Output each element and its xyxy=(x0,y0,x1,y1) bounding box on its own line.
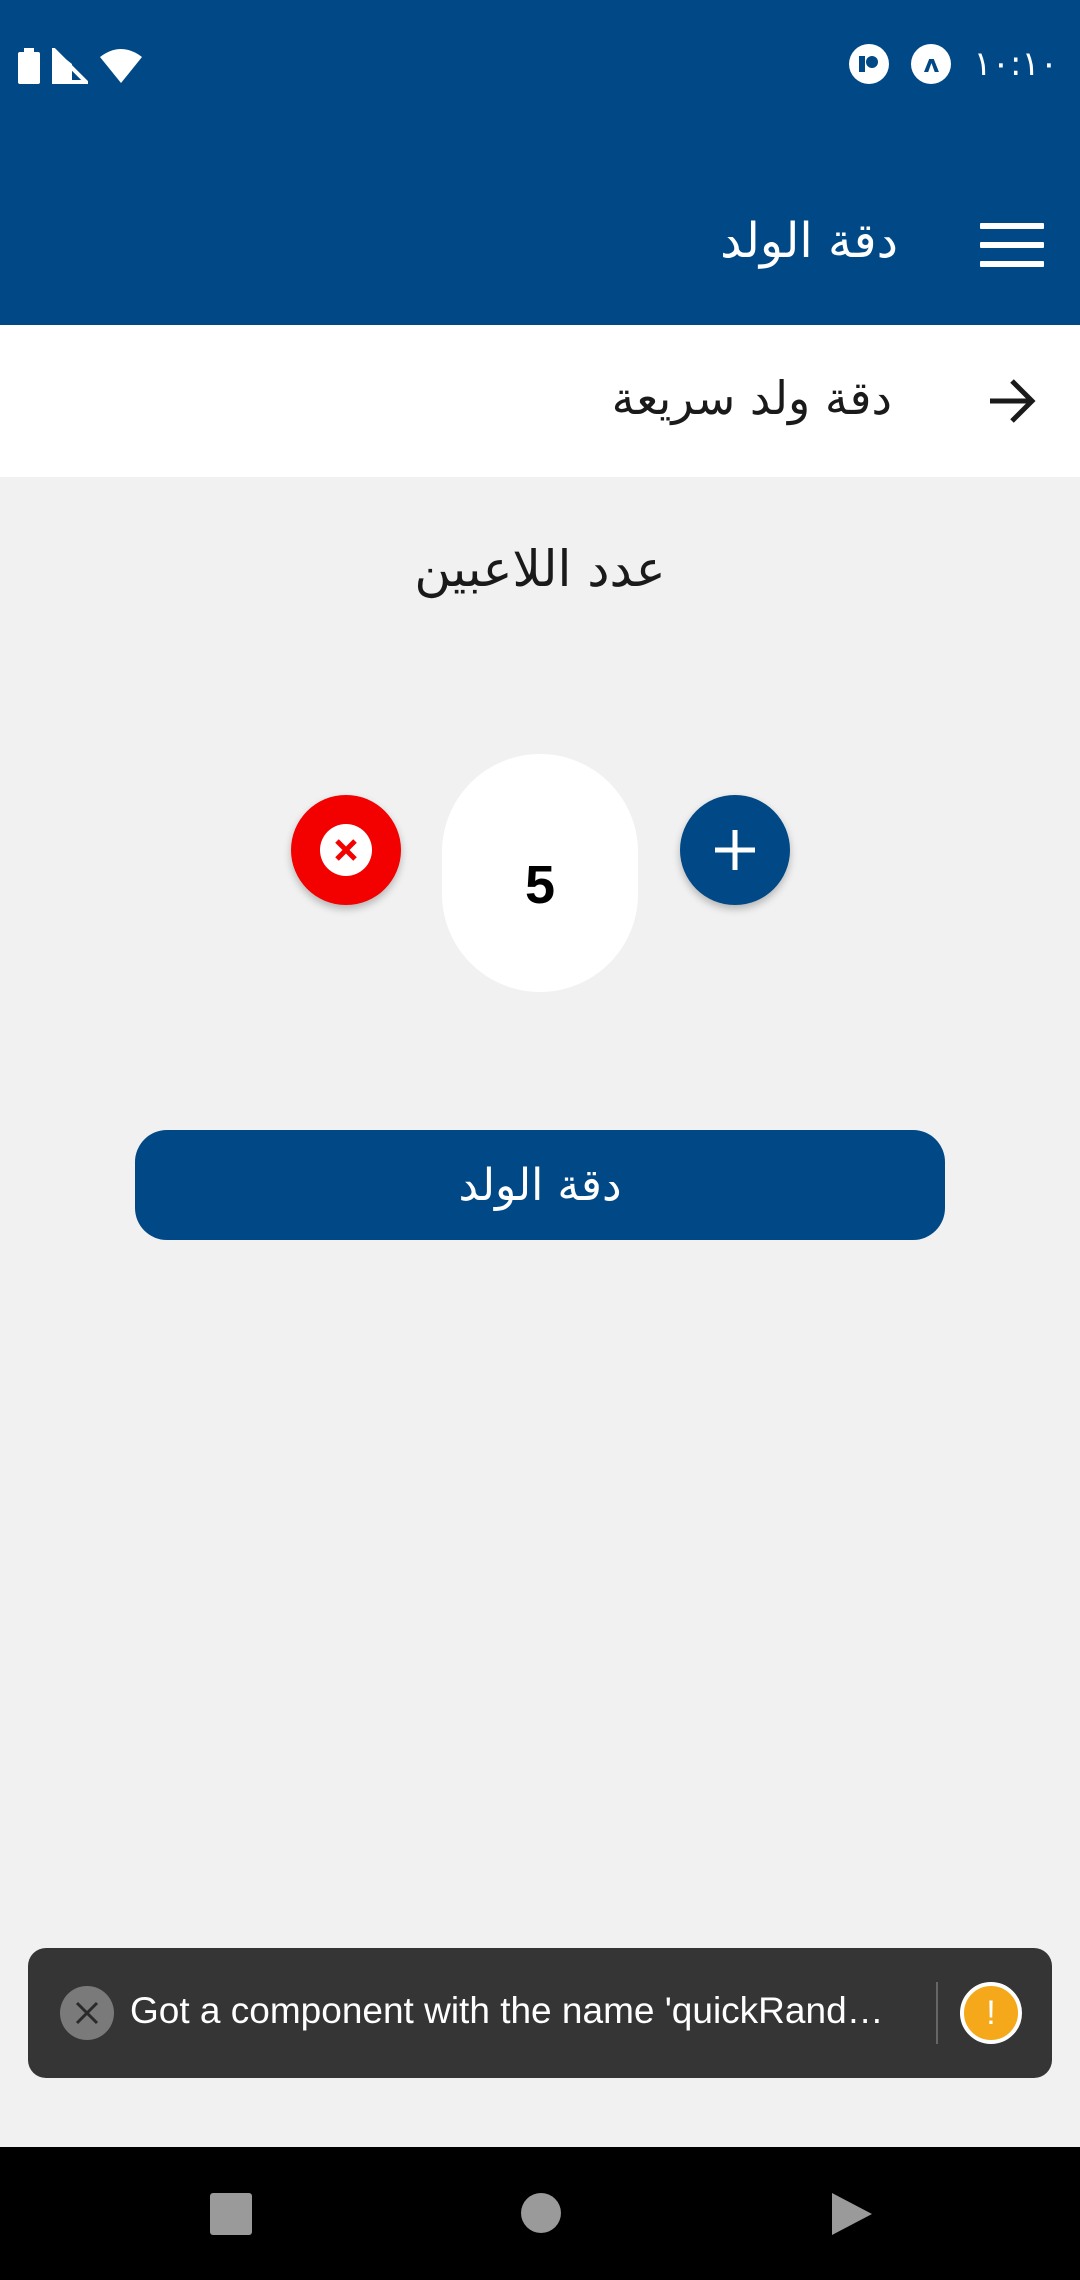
increase-players-button[interactable] xyxy=(680,795,790,905)
status-time: ١٠:١٠ xyxy=(973,44,1058,84)
plus-icon xyxy=(715,830,755,870)
home-circle-icon[interactable] xyxy=(521,2193,561,2233)
warning-toast[interactable]: Got a component with the name 'quickRand… xyxy=(28,1948,1052,2078)
quick-random-row[interactable]: دقة ولد سريعة xyxy=(0,325,1080,477)
status-icons-left xyxy=(18,48,142,84)
page-title: دقة الولد xyxy=(720,213,898,269)
toast-divider xyxy=(936,1982,938,2044)
app-bar: دقة الولد xyxy=(0,135,1080,325)
toast-message: Got a component with the name 'quickRand… xyxy=(130,1990,884,2031)
arrow-right-icon[interactable] xyxy=(986,377,1038,425)
wifi-icon xyxy=(100,49,142,83)
status-bar: ʌ ١٠:١٠ xyxy=(0,0,1080,135)
players-count-value: 5 xyxy=(442,754,638,992)
close-icon[interactable] xyxy=(60,1986,114,2040)
recents-triangle-icon[interactable] xyxy=(830,2191,874,2237)
quick-random-label: دقة ولد سريعة xyxy=(611,371,892,425)
signal-icon xyxy=(52,48,88,84)
status-icons-right: ʌ ١٠:١٠ xyxy=(849,44,1058,84)
back-square-icon[interactable] xyxy=(210,2193,252,2235)
vpn-icon: ʌ xyxy=(911,44,952,84)
system-nav-bar xyxy=(0,2147,1080,2280)
close-circle-icon xyxy=(320,824,372,876)
hamburger-menu-icon[interactable] xyxy=(980,223,1044,267)
players-count-label: عدد اللاعبين xyxy=(414,540,666,598)
battery-icon xyxy=(18,48,40,84)
start-button[interactable]: دقة الولد xyxy=(135,1130,945,1240)
app-notification-icon xyxy=(849,44,890,84)
warning-icon[interactable]: ! xyxy=(960,1982,1022,2044)
decrease-players-button[interactable] xyxy=(291,795,401,905)
